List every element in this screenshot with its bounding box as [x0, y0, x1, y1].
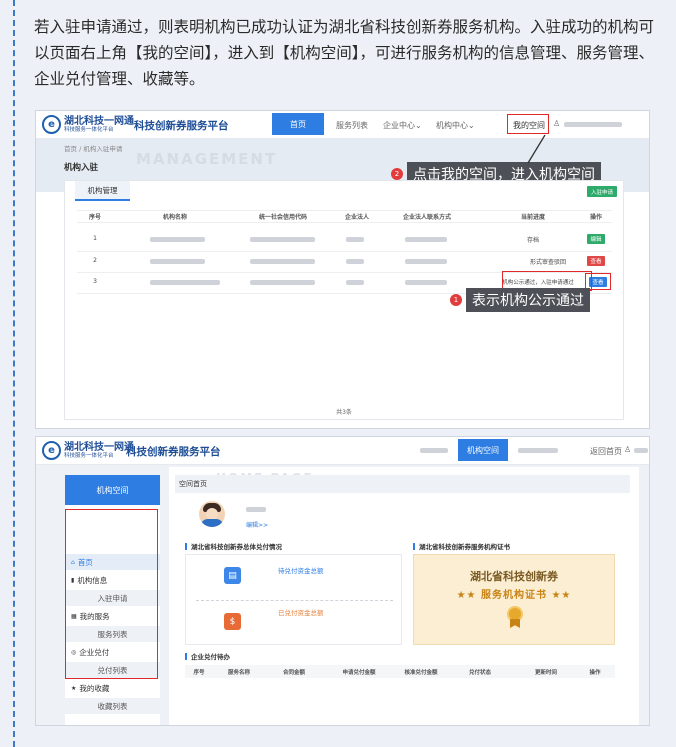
screenshot-agency-space: e 湖北科技一网通 科技服务一体化平台 科技创新券服务平台 机构空间 返回首页 …: [35, 436, 650, 726]
sidebar-title: 机构空间: [65, 475, 160, 505]
col-header-progress: 当前进度: [520, 214, 546, 221]
user-icon[interactable]: ♙: [624, 445, 631, 454]
sidebar-item-favorites[interactable]: ★ 我的收藏: [65, 680, 160, 696]
col-header-legal-person: 企业法人: [344, 214, 370, 221]
row-status: 形式审查驳回: [529, 259, 567, 266]
col-header-name: 机构名称: [162, 214, 188, 221]
row-view-button[interactable]: 查看: [587, 256, 605, 266]
cert-subtitle: ★★ 服务机构证书 ★★: [456, 590, 572, 601]
star-icon: ★: [71, 684, 77, 692]
highlight-sidebar-menu: [65, 509, 158, 679]
money-icon: $: [224, 613, 241, 630]
todo-col-approved: 核准兑付金额: [404, 670, 438, 676]
todo-col-apply: 申请兑付金额: [342, 670, 376, 676]
todo-col-status: 兑付状态: [468, 670, 492, 676]
todo-col-action: 操作: [589, 670, 601, 676]
payout-summary-box: ▤ 待兑付资金总额 $ 已兑付资金总额: [185, 554, 402, 645]
cert-section-title: 湖北省科技创新券服务机构证书: [413, 541, 510, 551]
document-icon: ▤: [224, 567, 241, 584]
paid-payout-label: 已兑付资金总额: [278, 609, 324, 617]
logo-e-icon: e: [42, 441, 61, 460]
avatar: [199, 501, 225, 527]
total-count: 共3条: [336, 409, 352, 416]
col-header-action: 操作: [589, 214, 603, 221]
intro-paragraph: 若入驻申请通过，则表明机构已成功认证为湖北省科技创新券服务机构。入驻成功的机构可…: [34, 18, 655, 88]
dashed-guide-line: [13, 0, 15, 747]
logo-title: 湖北科技一网通: [64, 441, 134, 453]
site-logo[interactable]: e 湖北科技一网通 科技服务一体化平台: [42, 441, 134, 460]
pending-payout-label: 待兑付资金总额: [278, 567, 324, 575]
screenshot-agency-management: e 湖北科技一网通 科技服务一体化平台 科技创新券服务平台 首页 服务列表 企业…: [35, 110, 650, 429]
todo-col-updated: 更新时间: [534, 670, 558, 676]
row-status: 存档: [526, 237, 540, 244]
payout-section-title: 湖北省科技创新券总体兑付情况: [185, 541, 282, 551]
todo-col-index: 序号: [193, 670, 205, 676]
todo-section-title: 企业兑付待办: [185, 651, 230, 661]
back-home-link[interactable]: 返回首页: [590, 446, 622, 457]
home-title: 空间首页: [175, 475, 630, 493]
top-nav-bar: e 湖北科技一网通 科技服务一体化平台 科技创新券服务平台 机构空间 返回首页 …: [36, 437, 649, 465]
logo-subtitle: 科技服务一体化平台: [64, 452, 114, 459]
edit-link[interactable]: 编辑>>: [246, 520, 268, 529]
service-certificate: 湖北省科技创新券 ★★ 服务机构证书 ★★: [413, 554, 615, 645]
todo-col-service: 服务名称: [227, 670, 251, 676]
row-edit-button[interactable]: 编辑: [587, 234, 605, 244]
col-header-credit-code: 统一社会信用代码: [258, 214, 308, 221]
cert-title: 湖北省科技创新券: [470, 570, 558, 583]
callout-number: 1: [450, 294, 462, 306]
col-header-contact: 企业法人联系方式: [402, 214, 452, 221]
nav-agency-space[interactable]: 机构空间: [458, 439, 508, 461]
ribbon-icon: [510, 619, 520, 628]
apply-button[interactable]: 入驻申请: [587, 186, 617, 197]
callout-text: 表示机构公示通过: [466, 288, 590, 312]
tab-agency-management[interactable]: 机构管理: [75, 181, 130, 201]
sidebar-item-favorites-list[interactable]: 收藏列表: [65, 698, 160, 714]
platform-name: 科技创新券服务平台: [126, 446, 221, 458]
col-header-index: 序号: [88, 214, 102, 221]
todo-col-contract: 合同金额: [282, 670, 306, 676]
callout-passed: 1 表示机构公示通过: [450, 288, 590, 312]
